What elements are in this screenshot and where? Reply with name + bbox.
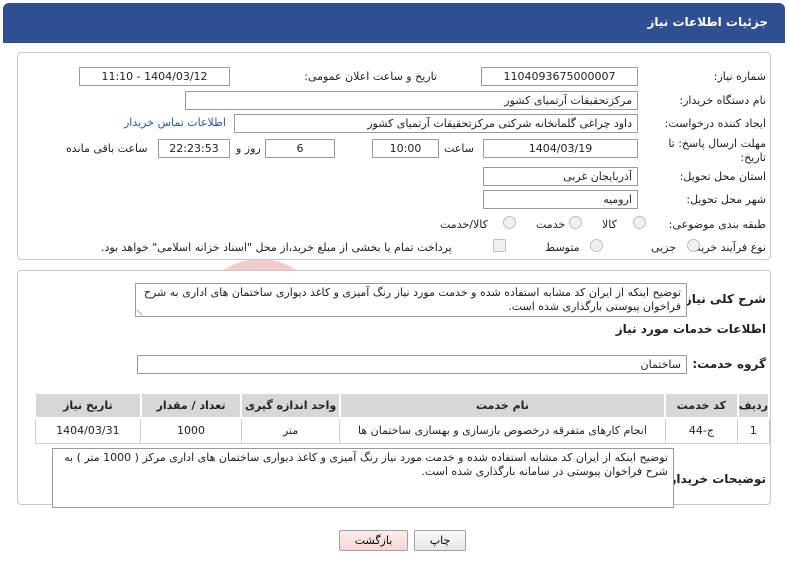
col-row: ردیف [736,392,771,419]
deadline-time-label: ساعت [444,142,474,155]
category-service-label: خدمت [536,218,566,231]
need-number-label: شماره نیاز: [713,70,766,83]
city-field[interactable]: ارومیه [483,190,638,209]
back-button[interactable]: بازگشت [339,530,408,551]
treasury-checkbox[interactable] [493,239,506,252]
remaining-time-field[interactable]: 22:23:53 [158,139,230,158]
cell-unit: متر [240,417,341,444]
table-header-row: ردیف کد خدمت نام خدمت واحد اندازه گیری ت… [34,392,771,419]
cell-row: 1 [737,417,770,444]
creator-field[interactable]: داود چراغی گلمانخانه شرکتی مرکزتحقیقات آ… [234,114,638,133]
col-quantity: تعداد / مقدار [139,392,243,419]
services-title: اطلاعات خدمات مورد نیاز [615,322,766,336]
resize-grip-icon[interactable] [136,304,148,316]
payment-note: پرداخت تمام یا بخشی از مبلغ خرید،از محل … [101,241,452,254]
col-need-date: تاریخ نیاز [34,392,142,419]
buyer-contact-link[interactable]: اطلاعات تماس خریدار [124,116,226,129]
page-header: جزئیات اطلاعات نیاز [3,3,785,43]
summary-textarea[interactable]: توضیح اینکه از ایران کد مشابه استفاده شد… [135,283,687,317]
province-label: استان محل تحویل: [679,170,766,183]
cell-service-code: ج-44 [664,417,739,444]
service-group-label: گروه خدمت: [692,357,766,371]
page-title: جزئیات اطلاعات نیاز [647,15,768,29]
category-service-radio[interactable] [569,216,582,229]
buyer-notes-text: توضیح اینکه از ایران کد مشابه استفاده شد… [64,451,668,478]
summary-label: شرح کلی نیاز: [680,292,766,306]
creator-label: ایجاد کننده درخواست: [664,117,766,130]
summary-text: توضیح اینکه از ایران کد مشابه استفاده شد… [143,286,681,313]
process-minor-radio[interactable] [687,239,700,252]
category-goods-service-radio[interactable] [503,216,516,229]
province-field[interactable]: آذربایجان غربی [483,167,638,186]
table-row[interactable]: 1 ج-44 انجام کارهای متفرقه درخصوص بازساز… [34,417,770,444]
remaining-label: ساعت باقی مانده [66,142,148,155]
buyer-notes-textarea[interactable]: توضیح اینکه از ایران کد مشابه استفاده شد… [52,448,674,508]
deadline-date-field[interactable]: 1404/03/19 [483,139,638,158]
cell-service-name: انجام کارهای متفرقه درخصوص بازسازی و بهس… [339,417,666,444]
deadline-label: مهلت ارسال پاسخ: تا تاریخ: [668,137,766,164]
announce-field[interactable]: 1404/03/12 - 11:10 [79,67,230,86]
category-goods-label: کالا [602,218,617,231]
services-table: ردیف کد خدمت نام خدمت واحد اندازه گیری ت… [34,392,771,444]
city-label: شهر محل تحویل: [686,193,766,206]
process-label: نوع فرآیند خرید : [688,241,766,254]
buyer-org-field[interactable]: مرکزتحقیقات آرتمیای کشور [185,91,638,110]
buyer-org-label: نام دستگاه خریدار: [679,94,766,107]
announce-label: تاریخ و ساعت اعلان عمومی: [304,70,437,83]
service-group-field[interactable]: ساختمان [137,355,687,374]
buyer-notes-label: توضیحات خریدار: [664,472,766,486]
col-unit: واحد اندازه گیری [240,392,341,419]
process-medium-radio[interactable] [590,239,603,252]
deadline-time-field[interactable]: 10:00 [372,139,439,158]
category-goods-service-label: کالا/خدمت [440,218,488,231]
process-medium-label: متوسط [545,241,580,254]
category-label: طبقه بندی موضوعی: [668,218,766,231]
col-service-name: نام خدمت [338,392,667,419]
cell-quantity: 1000 [140,417,242,444]
col-service-code: کد خدمت [664,392,739,419]
days-label: روز و [236,142,261,155]
process-minor-label: جزیی [651,241,677,254]
print-button[interactable]: چاپ [414,530,466,551]
category-goods-radio[interactable] [633,216,646,229]
need-number-field[interactable]: 1104093675000007 [481,67,638,86]
cell-need-date: 1404/03/31 [34,417,142,444]
days-field[interactable]: 6 [265,139,335,158]
